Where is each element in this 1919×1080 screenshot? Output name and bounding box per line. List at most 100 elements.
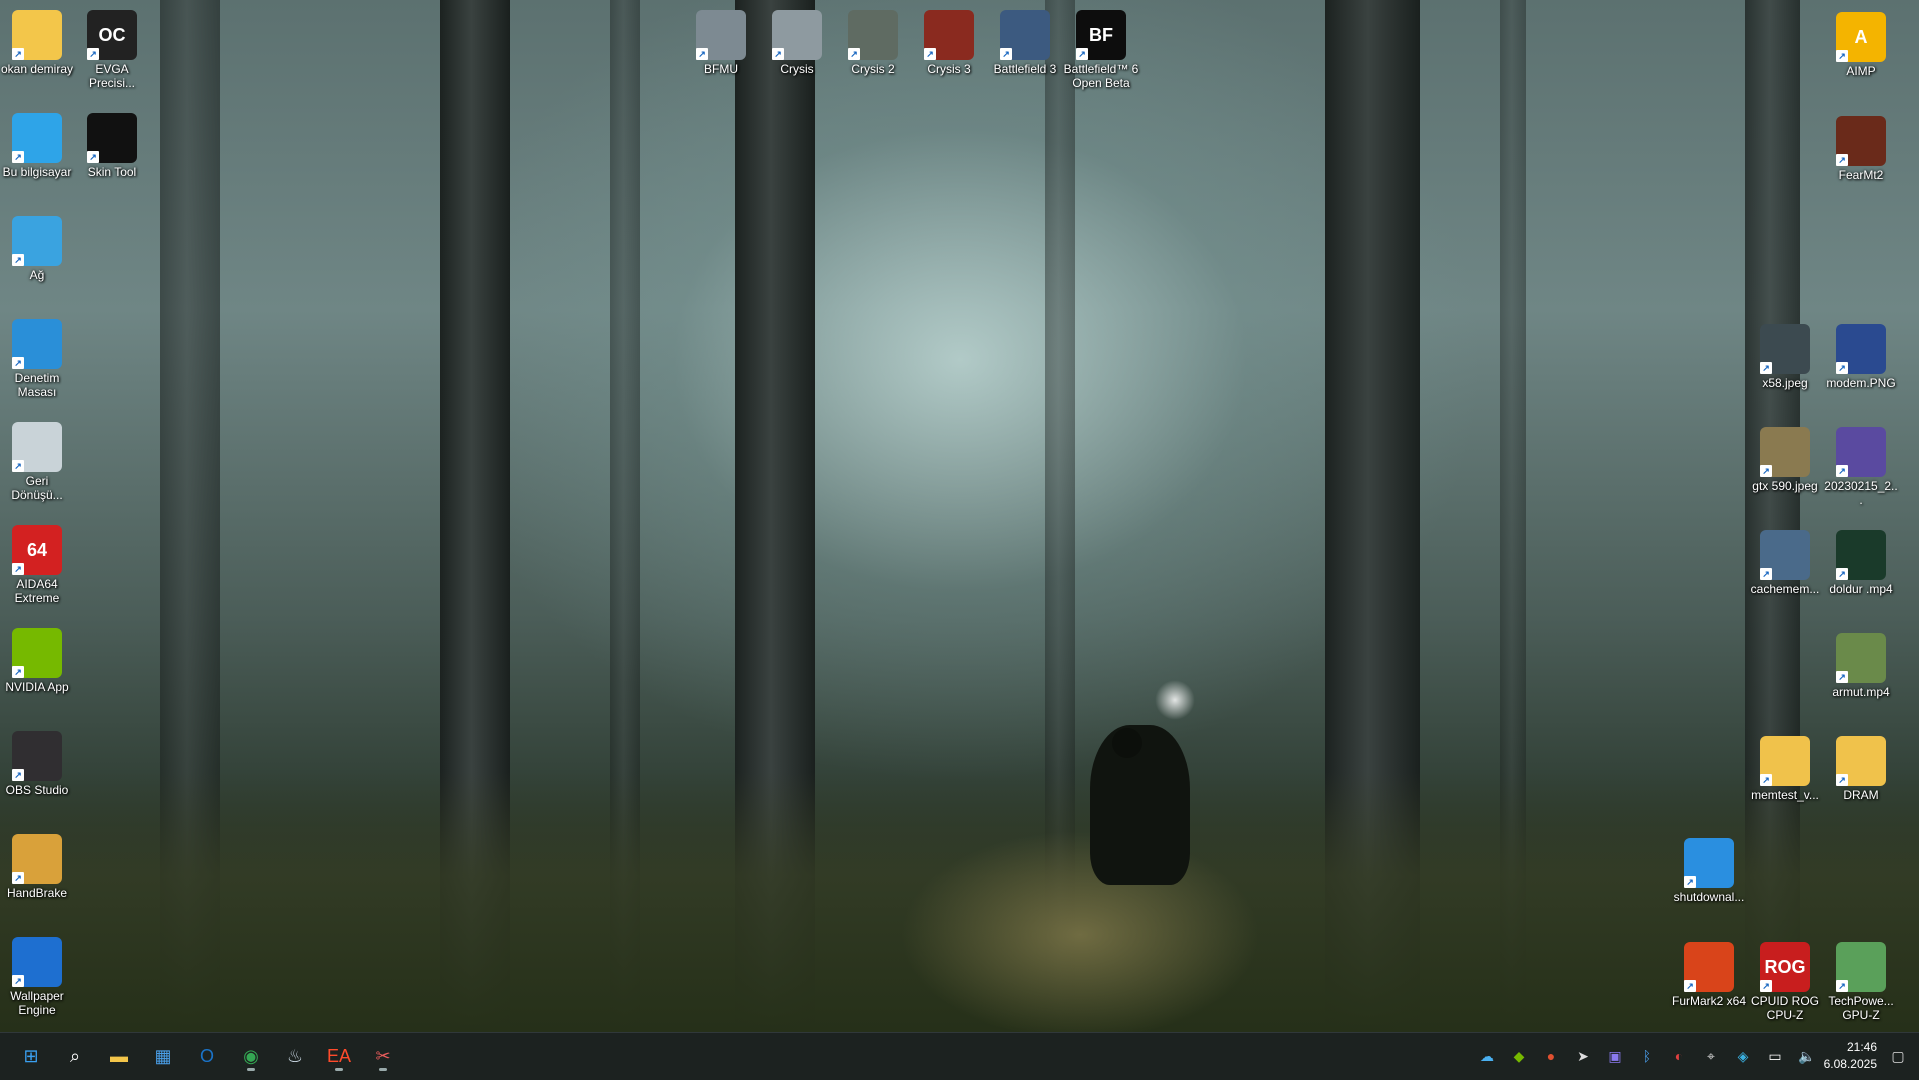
- crysis-icon: ↗: [772, 10, 822, 60]
- desktop-shortcut[interactable]: ↗ Crysis 2: [835, 6, 911, 76]
- tray-arrow-icon[interactable]: ➤: [1572, 1045, 1594, 1067]
- chrome-icon[interactable]: ◉: [234, 1039, 268, 1073]
- shortcut-arrow-icon: ↗: [12, 563, 24, 575]
- desktop-shortcut-label: cachemem...: [1750, 582, 1820, 596]
- aimp-icon: A ↗: [1836, 12, 1886, 62]
- desktop-shortcut[interactable]: ↗ x58.jpeg: [1747, 320, 1823, 390]
- steam-icon[interactable]: ♨: [278, 1039, 312, 1073]
- desktop-shortcut-label: Crysis 2: [851, 62, 895, 76]
- desktop-shortcut-label: Crysis 3: [927, 62, 971, 76]
- desktop-shortcut[interactable]: ↗ HandBrake: [0, 830, 75, 900]
- gpuz-icon: ↗: [1836, 942, 1886, 992]
- desktop-shortcut[interactable]: ↗ memtest_v...: [1747, 732, 1823, 802]
- shortcut-arrow-icon: ↗: [848, 48, 860, 60]
- desktop-shortcut[interactable]: ↗ TechPowe... GPU-Z: [1823, 938, 1899, 1022]
- desktop-shortcut-label: AIDA64 Extreme: [14, 577, 60, 605]
- shortcut-arrow-icon: ↗: [1684, 876, 1696, 888]
- desktop-shortcut[interactable]: ↗ modem.PNG: [1823, 320, 1899, 390]
- nvidia-tray-icon[interactable]: ◆: [1508, 1045, 1530, 1067]
- shortcut-arrow-icon: ↗: [1836, 980, 1848, 992]
- desktop-shortcut[interactable]: ↗ Skin Tool: [74, 109, 150, 179]
- obs-icon: ↗: [12, 731, 62, 781]
- running-indicator: [247, 1068, 255, 1071]
- desktop-shortcut-label: Crysis: [780, 62, 814, 76]
- desktop-shortcut[interactable]: ↗ shutdownal...: [1671, 834, 1747, 904]
- ea-tray-icon[interactable]: ●: [1540, 1045, 1562, 1067]
- battlefield6-icon: BF ↗: [1076, 10, 1126, 60]
- desktop-shortcut[interactable]: ↗ cachemem...: [1747, 526, 1823, 596]
- shortcut-arrow-icon: ↗: [1836, 362, 1848, 374]
- desktop-shortcut[interactable]: ↗ Wallpaper Engine: [0, 933, 75, 1017]
- onedrive-icon[interactable]: ☁: [1476, 1045, 1498, 1067]
- desktop-shortcut-label: Wallpaper Engine: [10, 989, 64, 1017]
- desktop-shortcut[interactable]: ↗ gtx 590.jpeg: [1747, 423, 1823, 493]
- ea-app-icon[interactable]: EA: [322, 1039, 356, 1073]
- desktop-shortcut[interactable]: ↗ Battlefield 3: [987, 6, 1063, 76]
- monitor-tray-icon[interactable]: ▣: [1604, 1045, 1626, 1067]
- user-folder-icon: ↗: [12, 10, 62, 60]
- desktop-shortcut-label: FurMark2 x64: [1671, 994, 1747, 1008]
- search-icon[interactable]: ⌕: [58, 1039, 92, 1073]
- network-icon: ↗: [12, 216, 62, 266]
- windows-start-icon[interactable]: ⊞: [14, 1039, 48, 1073]
- desktop-shortcut[interactable]: 64 ↗ AIDA64 Extreme: [0, 521, 75, 605]
- shortcut-arrow-icon: ↗: [12, 48, 24, 60]
- desktop-shortcut[interactable]: ↗ Bu bilgisayar: [0, 109, 75, 179]
- desktop-shortcut[interactable]: OC ↗ EVGA Precisi...: [74, 6, 150, 90]
- control-panel-icon: ↗: [12, 319, 62, 369]
- desktop-shortcut[interactable]: ↗ FurMark2 x64: [1671, 938, 1747, 1008]
- desktop-shortcut[interactable]: ↗ Crysis: [759, 6, 835, 76]
- volume-icon[interactable]: 🔈: [1796, 1045, 1818, 1067]
- computer-icon: ↗: [12, 113, 62, 163]
- shortcut-arrow-icon: ↗: [696, 48, 708, 60]
- recycle-bin-icon: ↗: [12, 422, 62, 472]
- video-file-icon: ↗: [1836, 530, 1886, 580]
- image-file-icon: ↗: [1760, 530, 1810, 580]
- msi-tray-icon[interactable]: ◐: [1668, 1045, 1690, 1067]
- desktop-shortcut[interactable]: ↗ FearMt2: [1823, 112, 1899, 182]
- forest-path: [900, 830, 1260, 1032]
- network-tray-icon[interactable]: ▭: [1764, 1045, 1786, 1067]
- antenna-tray-icon[interactable]: ⌖: [1700, 1045, 1722, 1067]
- desktop-shortcut[interactable]: ↗ Geri Dönüşü...: [0, 418, 75, 502]
- store-icon[interactable]: ▦: [146, 1039, 180, 1073]
- evga-precision-icon: OC ↗: [87, 10, 137, 60]
- desktop-shortcut-label: DRAM: [1843, 788, 1879, 802]
- bluetooth-icon[interactable]: ᛒ: [1636, 1045, 1658, 1067]
- image-file-icon: ↗: [1760, 324, 1810, 374]
- shortcut-arrow-icon: ↗: [87, 48, 99, 60]
- taskbar-clock[interactable]: 21:46 6.08.2025: [1824, 1039, 1877, 1073]
- furmark-icon: ↗: [1684, 942, 1734, 992]
- desktop-shortcut[interactable]: ↗ Crysis 3: [911, 6, 987, 76]
- shortcut-arrow-icon: ↗: [1760, 568, 1772, 580]
- desktop-shortcut[interactable]: BF ↗ Battlefield™ 6 Open Beta: [1063, 6, 1139, 90]
- desktop-shortcut[interactable]: ↗ okan demiray: [0, 6, 75, 76]
- shortcut-arrow-icon: ↗: [12, 872, 24, 884]
- desktop-shortcut[interactable]: ↗ NVIDIA App: [0, 624, 75, 694]
- shortcut-arrow-icon: ↗: [1760, 465, 1772, 477]
- defender-icon[interactable]: ◈: [1732, 1045, 1754, 1067]
- desktop-shortcut[interactable]: ↗ armut.mp4: [1823, 629, 1899, 699]
- desktop-shortcut-label: FearMt2: [1838, 168, 1884, 182]
- desktop-shortcut[interactable]: ↗ DRAM: [1823, 732, 1899, 802]
- outlook-icon[interactable]: O: [190, 1039, 224, 1073]
- shortcut-arrow-icon: ↗: [1836, 50, 1848, 62]
- desktop-shortcut[interactable]: ↗ 20230215_2...: [1823, 423, 1899, 507]
- desktop-shortcut-label: Battlefield 3: [993, 62, 1057, 76]
- crysis3-icon: ↗: [924, 10, 974, 60]
- desktop-shortcut[interactable]: ROG ↗ CPUID ROG CPU-Z: [1747, 938, 1823, 1022]
- file-explorer-icon[interactable]: ▬: [102, 1039, 136, 1073]
- shortcut-arrow-icon: ↗: [924, 48, 936, 60]
- desktop-shortcut[interactable]: ↗ doldur .mp4: [1823, 526, 1899, 596]
- desktop-shortcut[interactable]: ↗ Denetim Masası: [0, 315, 75, 399]
- desktop-shortcut[interactable]: A ↗ AIMP: [1823, 8, 1899, 78]
- desktop-shortcut[interactable]: ↗ BFMU: [683, 6, 759, 76]
- desktop-shortcut-label: doldur .mp4: [1829, 582, 1893, 596]
- shortcut-arrow-icon: ↗: [1836, 774, 1848, 786]
- snipping-tool-icon[interactable]: ✂: [366, 1039, 400, 1073]
- desktop-shortcut[interactable]: ↗ Ağ: [0, 212, 75, 282]
- video-file-icon: ↗: [1836, 427, 1886, 477]
- desktop-shortcut[interactable]: ↗ OBS Studio: [0, 727, 75, 797]
- desktop-shortcut-label: CPUID ROG CPU-Z: [1750, 994, 1819, 1022]
- notifications-icon[interactable]: ▢: [1887, 1045, 1909, 1067]
